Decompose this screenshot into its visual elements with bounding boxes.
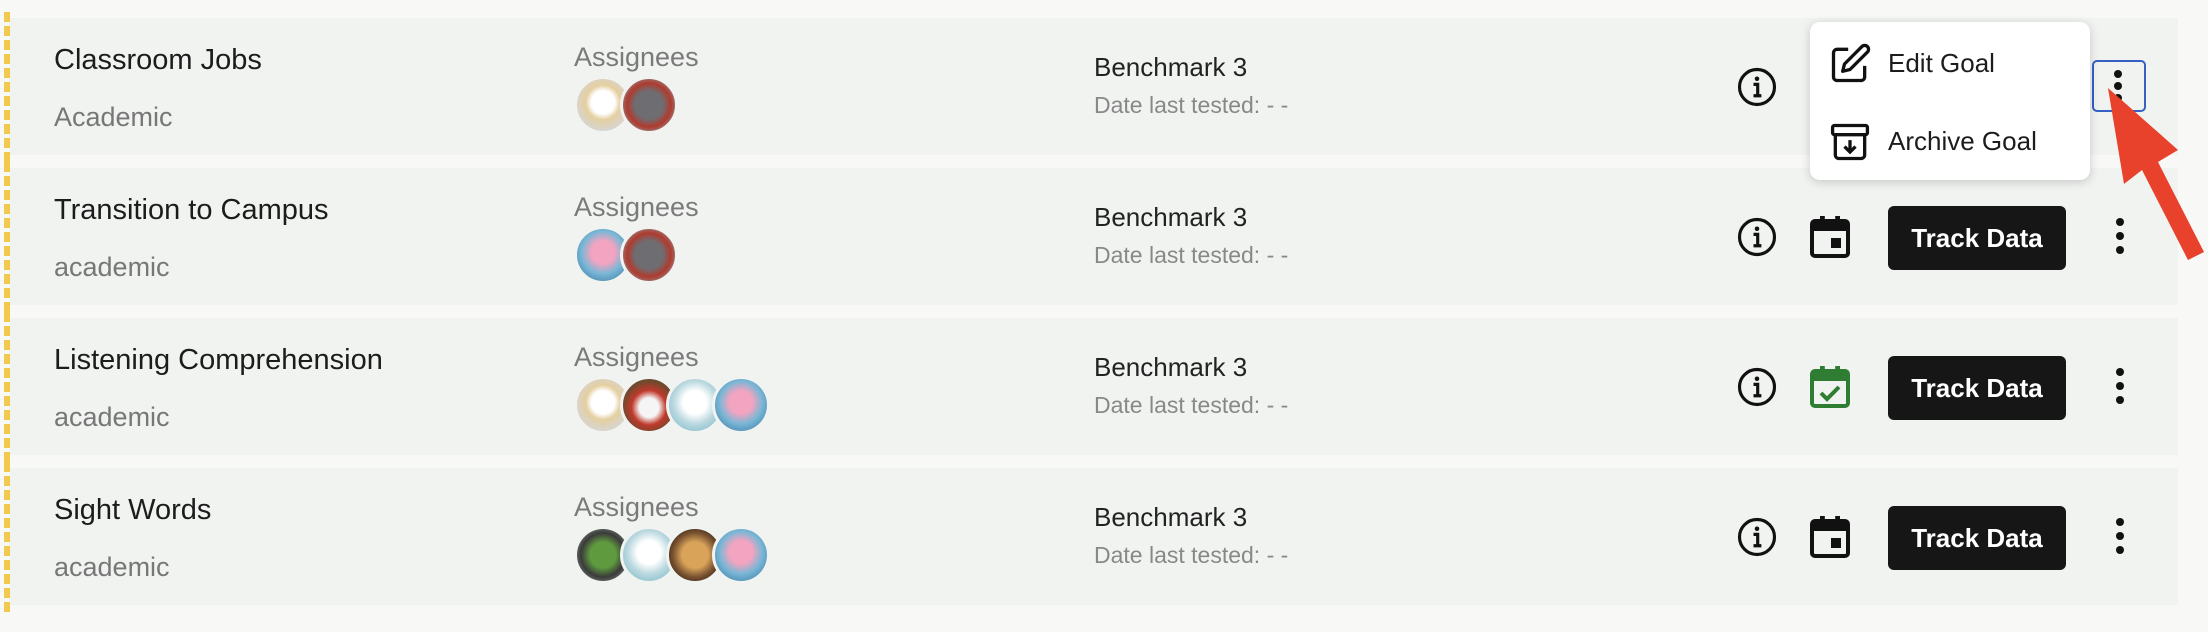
- date-last-tested: Date last tested: - -: [1094, 242, 1289, 268]
- edit-goal-menu-item[interactable]: Edit Goal: [1810, 30, 2090, 94]
- goal-category: academic: [54, 252, 170, 282]
- goal-row: Listening Comprehension academic Assigne…: [4, 312, 2178, 464]
- goal-title[interactable]: Listening Comprehension: [54, 344, 383, 377]
- benchmark-label: Benchmark 3: [1094, 202, 1248, 232]
- benchmark-label: Benchmark 3: [1094, 352, 1248, 382]
- goal-category: academic: [54, 402, 170, 432]
- benchmark-label: Benchmark 3: [1094, 52, 1248, 82]
- goal-title[interactable]: Classroom Jobs: [54, 44, 262, 77]
- row-status-stripe: [4, 162, 10, 314]
- assignees-label: Assignees: [574, 192, 699, 222]
- benchmark-label: Benchmark 3: [1094, 502, 1248, 532]
- goal-row: Transition to Campus academic Assignees …: [4, 162, 2178, 314]
- info-icon[interactable]: [1736, 516, 1778, 558]
- goal-title[interactable]: Sight Words: [54, 494, 211, 527]
- archive-goal-label: Archive Goal: [1888, 126, 2037, 156]
- goal-options-menu: Edit Goal Archive Goal: [1810, 22, 2090, 180]
- row-status-stripe: [4, 462, 10, 614]
- date-last-tested: Date last tested: - -: [1094, 92, 1289, 118]
- goal-title[interactable]: Transition to Campus: [54, 194, 329, 227]
- elephant-avatar[interactable]: [620, 226, 678, 284]
- archive-box-icon: [1828, 120, 1872, 164]
- assignees-label: Assignees: [574, 492, 699, 522]
- edit-pencil-icon: [1828, 42, 1872, 86]
- calendar-icon[interactable]: [1810, 516, 1850, 558]
- goal-row: Sight Words academic Assignees Benchmark…: [4, 462, 2178, 614]
- track-data-button[interactable]: Track Data: [1888, 356, 2066, 420]
- more-options-button[interactable]: [2098, 508, 2142, 564]
- row-status-stripe: [4, 312, 10, 464]
- goal-category: Academic: [54, 102, 173, 132]
- track-data-button[interactable]: Track Data: [1888, 506, 2066, 570]
- flamingo-avatar[interactable]: [712, 376, 770, 434]
- calendar-check-icon[interactable]: [1810, 366, 1850, 408]
- assignees-label: Assignees: [574, 42, 699, 72]
- info-icon[interactable]: [1736, 66, 1778, 108]
- elephant-avatar[interactable]: [620, 76, 678, 134]
- more-options-button[interactable]: [2098, 358, 2142, 414]
- edit-goal-label: Edit Goal: [1888, 48, 1995, 78]
- flamingo-avatar[interactable]: [712, 526, 770, 584]
- assignees-label: Assignees: [574, 342, 699, 372]
- goal-category: academic: [54, 552, 170, 582]
- row-status-stripe: [4, 12, 10, 164]
- pointer-arrow-annotation: [2100, 80, 2208, 270]
- date-last-tested: Date last tested: - -: [1094, 542, 1289, 568]
- info-icon[interactable]: [1736, 216, 1778, 258]
- calendar-icon[interactable]: [1810, 216, 1850, 258]
- date-last-tested: Date last tested: - -: [1094, 392, 1289, 418]
- archive-goal-menu-item[interactable]: Archive Goal: [1810, 108, 2090, 172]
- track-data-button[interactable]: Track Data: [1888, 206, 2066, 270]
- info-icon[interactable]: [1736, 366, 1778, 408]
